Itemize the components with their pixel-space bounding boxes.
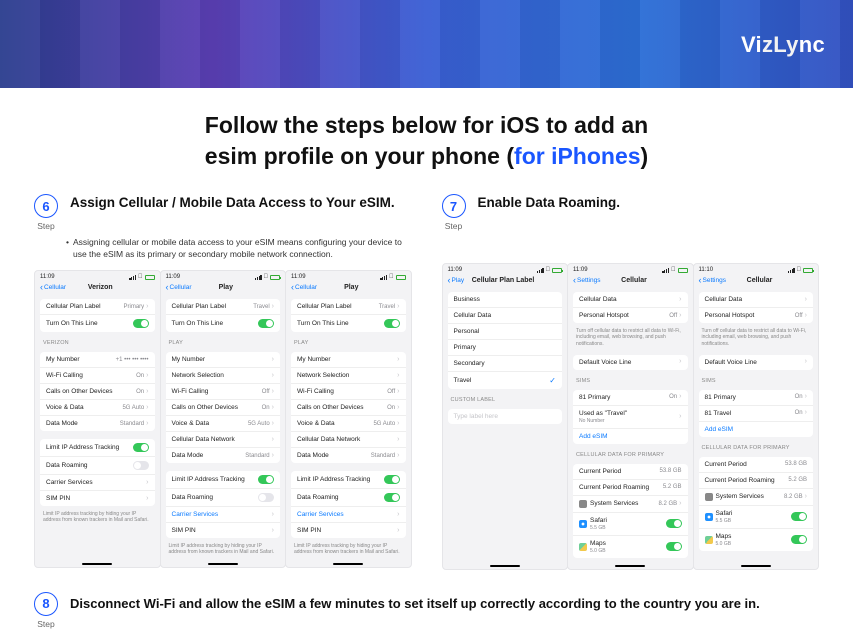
page-title: Follow the steps below for iOS to add an… [0, 88, 853, 176]
maps-icon [579, 543, 587, 551]
check-icon: ✓ [549, 376, 556, 385]
phone-6c: 11:09􀙇 CellularPlay Cellular Plan LabelT… [285, 270, 412, 568]
gear-icon [705, 493, 713, 501]
step-7: 7 Step Enable Data Roaming. 11:09􀙇 PlayC… [442, 194, 820, 570]
safari-icon [579, 520, 587, 528]
step-description: Assigning cellular or mobile data access… [66, 237, 412, 260]
step7-phones: 11:09􀙇 PlayCellular Plan Label Business … [442, 263, 820, 570]
step-number: 7 [442, 194, 466, 218]
phone-7a: 11:09􀙇 PlayCellular Plan Label Business … [442, 263, 569, 570]
phone-7c: 11:10􀙇 SettingsCellular Cellular Data› P… [693, 263, 820, 570]
step-8: 8 Step Disconnect Wi-Fi and allow the eS… [0, 578, 853, 629]
hero-banner: VizLync [0, 0, 853, 88]
phone-6a: 11:09􀙇 CellularVerizon Cellular Plan Lab… [34, 270, 161, 568]
add-esim-button[interactable]: Add eSIM [579, 433, 608, 440]
step-title: Enable Data Roaming. [478, 194, 621, 212]
step6-phones: 11:09􀙇 CellularVerizon Cellular Plan Lab… [34, 270, 412, 568]
custom-label-input[interactable]: Type label here [448, 409, 563, 424]
steps-row: 6 Step Assign Cellular / Mobile Data Acc… [0, 176, 853, 578]
safari-icon [705, 513, 713, 521]
maps-icon [705, 536, 713, 544]
step-title: Assign Cellular / Mobile Data Access to … [70, 194, 395, 212]
phone-6b: 11:09􀙇 CellularPlay Cellular Plan LabelT… [160, 270, 287, 568]
step-title: Disconnect Wi-Fi and allow the eSIM a fe… [70, 592, 760, 613]
gear-icon [579, 500, 587, 508]
step-number: 8 [34, 592, 58, 616]
step-number: 6 [34, 194, 58, 218]
toggle[interactable] [133, 319, 149, 328]
phone-7b: 11:09􀙇 SettingsCellular Cellular Data› P… [567, 263, 694, 570]
brand-logo: VizLync [741, 32, 825, 58]
step-6: 6 Step Assign Cellular / Mobile Data Acc… [34, 194, 412, 570]
